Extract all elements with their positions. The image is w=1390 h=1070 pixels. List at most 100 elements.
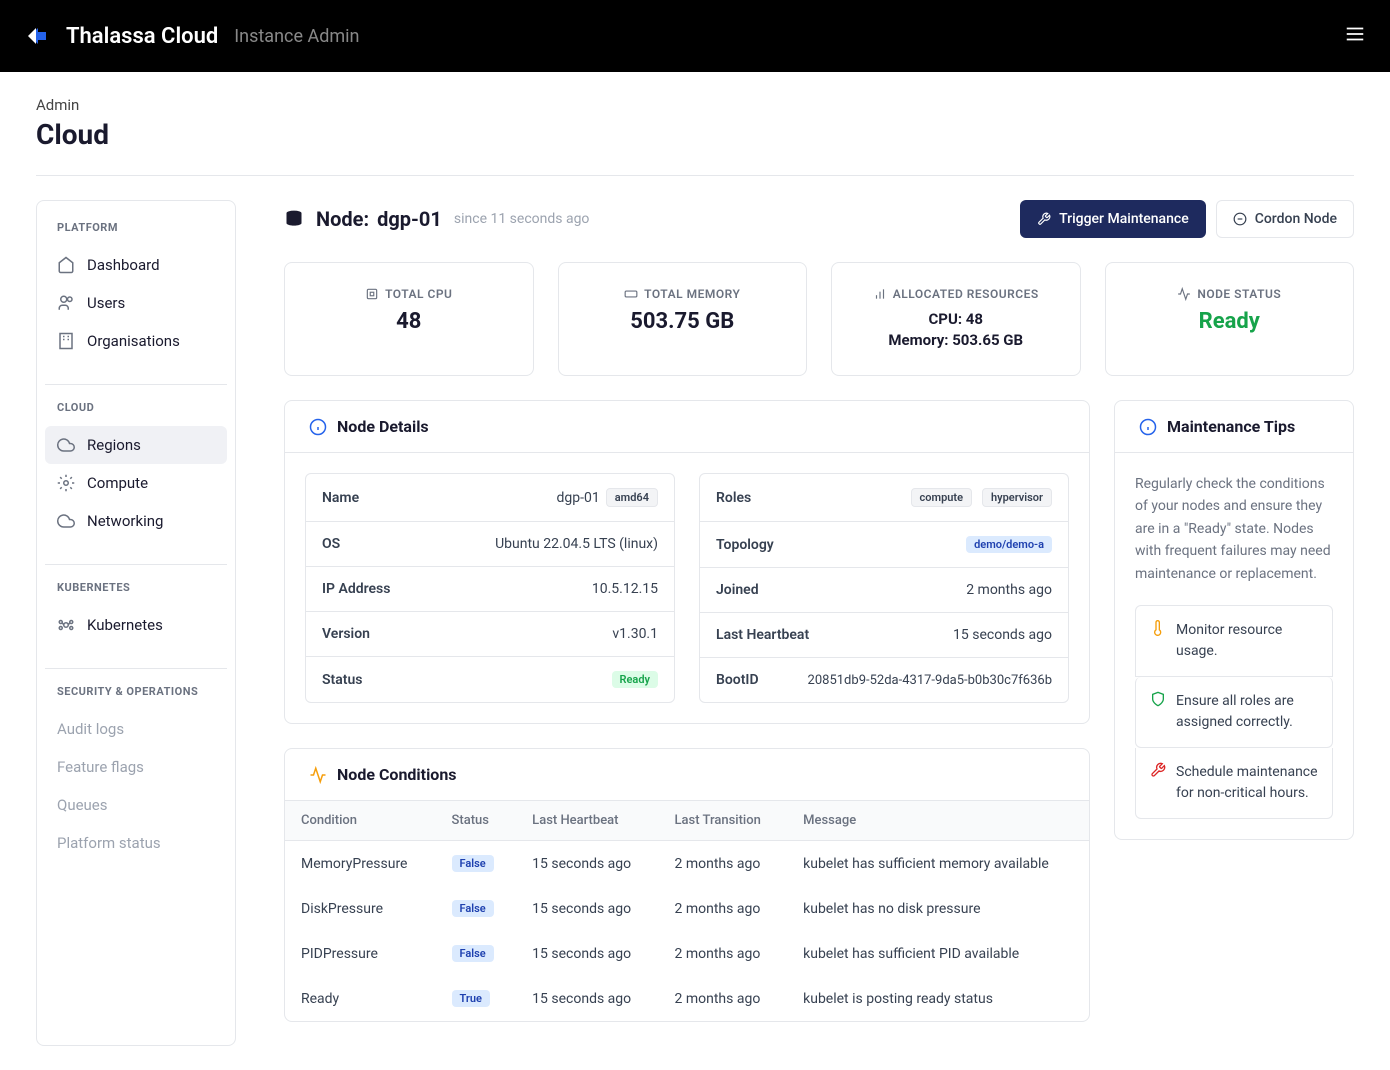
sidebar-item-label: Platform status (57, 834, 161, 852)
cordon-icon (1233, 212, 1247, 226)
logo-icon (24, 20, 56, 52)
detail-key: Version (322, 626, 370, 642)
sidebar-section-security: SECURITY & OPERATIONS (45, 685, 227, 710)
menu-icon[interactable] (1344, 23, 1366, 49)
detail-key: Joined (716, 582, 759, 598)
memory-icon (624, 287, 638, 301)
detail-key: Last Heartbeat (716, 627, 809, 643)
main-content: Node: dgp-01 since 11 seconds ago Trigge… (284, 200, 1354, 1046)
tips-panel: Maintenance Tips Regularly check the con… (1114, 400, 1354, 840)
users-icon (57, 294, 75, 312)
sidebar-item-label: Queues (57, 796, 108, 814)
sidebar-item-label: Audit logs (57, 720, 124, 738)
detail-key: Roles (716, 490, 751, 506)
wrench-icon (1150, 762, 1166, 778)
detail-value: 10.5.12.15 (592, 581, 658, 597)
cordon-node-button[interactable]: Cordon Node (1216, 200, 1354, 238)
stat-value: 503.75 GB (579, 309, 787, 334)
stat-value: Ready (1126, 309, 1334, 334)
header-subtitle: Instance Admin (234, 26, 359, 47)
table-row: PIDPressureFalse15 seconds ago2 months a… (285, 931, 1089, 976)
detail-key: Status (322, 672, 362, 688)
status-badge: False (452, 945, 494, 962)
detail-value: Ubuntu 22.04.5 LTS (linux) (495, 536, 658, 552)
table-row: DiskPressureFalse15 seconds ago2 months … (285, 886, 1089, 931)
info-icon (1139, 418, 1157, 436)
status-badge: False (452, 900, 494, 917)
table-header: Condition (285, 801, 436, 841)
detail-key: Name (322, 490, 359, 506)
stat-total-cpu: TOTAL CPU 48 (284, 262, 534, 376)
tip-item: Schedule maintenance for non-critical ho… (1135, 748, 1333, 819)
status-badge: False (452, 855, 494, 872)
table-row: MemoryPressureFalse15 seconds ago2 month… (285, 841, 1089, 887)
sidebar-item-networking[interactable]: Networking (45, 502, 227, 540)
node-conditions-panel: Node Conditions Condition Status Last He… (284, 748, 1090, 1022)
sidebar-item-organisations[interactable]: Organisations (45, 322, 227, 360)
brand-logo[interactable]: Thalassa Cloud (24, 20, 218, 52)
tip-item: Ensure all roles are assigned correctly. (1135, 677, 1333, 748)
app-header: Thalassa Cloud Instance Admin (0, 0, 1390, 72)
wrench-icon (1037, 212, 1051, 226)
detail-key: BootID (716, 672, 759, 688)
role-badge: compute (911, 488, 972, 507)
divider (45, 564, 227, 565)
stat-total-memory: TOTAL MEMORY 503.75 GB (558, 262, 808, 376)
sidebar-item-dashboard[interactable]: Dashboard (45, 246, 227, 284)
sidebar-section-platform: PLATFORM (45, 221, 227, 246)
sidebar-item-users[interactable]: Users (45, 284, 227, 322)
sidebar: PLATFORM Dashboard Users Organisations C… (36, 200, 236, 1046)
sidebar-item-audit-logs: Audit logs (45, 710, 227, 748)
building-icon (57, 332, 75, 350)
detail-value: Ready (612, 671, 658, 688)
sidebar-item-platform-status: Platform status (45, 824, 227, 862)
info-icon (309, 418, 327, 436)
table-header: Status (436, 801, 517, 841)
sidebar-item-feature-flags: Feature flags (45, 748, 227, 786)
kubernetes-icon (57, 616, 75, 634)
node-details-panel: Node Details Name dgp-01amd64 OS Ubuntu 22… (284, 400, 1090, 724)
brand-name: Thalassa Cloud (66, 24, 218, 49)
sidebar-item-label: Kubernetes (87, 616, 163, 634)
panel-title: Maintenance Tips (1167, 417, 1295, 436)
sidebar-item-label: Dashboard (87, 256, 160, 274)
sidebar-item-kubernetes[interactable]: Kubernetes (45, 606, 227, 644)
table-row: ReadyTrue15 seconds ago2 months agokubel… (285, 976, 1089, 1021)
arch-badge: amd64 (606, 488, 658, 507)
node-since: since 11 seconds ago (454, 211, 590, 227)
status-badge: True (452, 990, 490, 1007)
topology-badge: demo/demo-a (966, 536, 1052, 553)
activity-icon (1177, 287, 1191, 301)
detail-value: 20851db9-52da-4317-9da5-b0b30c7f636b (808, 673, 1052, 688)
node-title: Node: dgp-01 (316, 207, 442, 231)
detail-value: dgp-01amd64 (557, 488, 658, 507)
table-header: Last Transition (659, 801, 788, 841)
breadcrumb[interactable]: Admin (36, 96, 1354, 114)
sidebar-item-regions[interactable]: Regions (45, 426, 227, 464)
sidebar-item-label: Regions (87, 436, 141, 454)
stat-allocated: ALLOCATED RESOURCES CPU: 48Memory: 503.6… (831, 262, 1081, 376)
panel-title: Node Details (337, 417, 429, 436)
role-badge: hypervisor (982, 488, 1052, 507)
trigger-maintenance-button[interactable]: Trigger Maintenance (1020, 200, 1206, 238)
sidebar-item-label: Feature flags (57, 758, 144, 776)
detail-key: OS (322, 536, 340, 552)
panel-title: Node Conditions (337, 765, 457, 784)
detail-key: Topology (716, 537, 774, 553)
detail-value: 2 months ago (966, 582, 1052, 598)
stat-value: 48 (305, 309, 513, 334)
sidebar-item-compute[interactable]: Compute (45, 464, 227, 502)
sidebar-item-label: Organisations (87, 332, 180, 350)
shield-icon (1150, 691, 1166, 707)
stat-node-status: NODE STATUS Ready (1105, 262, 1355, 376)
tip-item: Monitor resource usage. (1135, 605, 1333, 677)
sidebar-section-kubernetes: KUBERNETES (45, 581, 227, 606)
cloud-icon (57, 512, 75, 530)
gear-icon (57, 474, 75, 492)
sidebar-item-label: Networking (87, 512, 163, 530)
sidebar-item-label: Users (87, 294, 125, 312)
chart-icon (873, 287, 887, 301)
thermometer-icon (1150, 620, 1166, 636)
conditions-table: Condition Status Last Heartbeat Last Tra… (285, 801, 1089, 1021)
sidebar-item-queues: Queues (45, 786, 227, 824)
